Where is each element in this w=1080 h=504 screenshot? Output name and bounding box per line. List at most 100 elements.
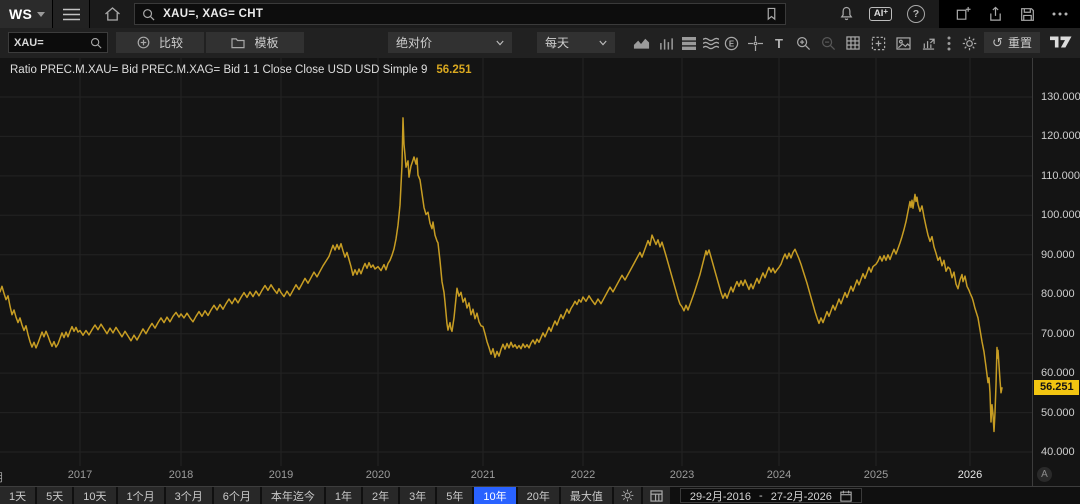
more-options-button[interactable] — [1052, 12, 1068, 16]
range-button-本年迄今[interactable]: 本年迄今 — [262, 487, 324, 504]
app-menu-ws[interactable]: WS — [0, 0, 53, 28]
area-chart-icon — [633, 36, 650, 50]
range-settings-button[interactable] — [614, 487, 641, 504]
reset-chart-button[interactable]: ↺ 重置 — [984, 32, 1040, 53]
topbar-utility-group: AI+ ? — [839, 5, 939, 23]
time-axis[interactable]: 月 20172018201920202021202220232024202520… — [0, 466, 1032, 486]
chevron-down-icon — [599, 39, 607, 47]
price-mode-value: 绝对价 — [396, 34, 496, 51]
interval-value: 每天 — [545, 34, 599, 51]
time-axis-partial-label: 月 — [0, 469, 4, 485]
chart-panel[interactable]: Ratio PREC.M.XAU= Bid PREC.M.XAG= Bid 1 … — [0, 58, 1080, 486]
time-axis-label-2026: 2026 — [950, 469, 990, 481]
waves-overlay-button[interactable] — [702, 34, 720, 52]
panels-layout-button[interactable] — [680, 34, 698, 52]
date-range-separator: - — [759, 490, 763, 502]
workspace-chart-app: { "topbar": { "logo": "WS", "search_valu… — [0, 0, 1080, 504]
series-last-value: 56.251 — [436, 64, 471, 76]
range-button-1年[interactable]: 1年 — [326, 487, 361, 504]
waves-icon — [703, 37, 719, 50]
text-tool-button[interactable]: T — [770, 34, 788, 52]
chart-type-area-button[interactable] — [632, 34, 650, 52]
ai-label: AI — [874, 8, 884, 19]
save-button[interactable] — [1020, 7, 1035, 22]
date-range-picker[interactable]: 29-2月-2016 - 27-2月-2026 — [680, 488, 862, 503]
range-button-20年[interactable]: 20年 — [518, 487, 559, 504]
zoom-in-icon — [796, 36, 811, 51]
range-button-1天[interactable]: 1天 — [0, 487, 35, 504]
expand-icon — [871, 36, 886, 51]
zoom-in-button[interactable] — [794, 34, 812, 52]
price-axis-label: 90.000 — [1041, 248, 1075, 262]
interval-dropdown[interactable]: 每天 — [537, 32, 615, 53]
layout-grid-button[interactable] — [643, 487, 670, 504]
compare-label: 比较 — [159, 34, 183, 51]
auto-scale-label: A — [1041, 469, 1048, 480]
time-axis-label-2022: 2022 — [563, 469, 603, 481]
layout-grid-icon — [650, 490, 663, 502]
range-button-1个月[interactable]: 1个月 — [118, 487, 164, 504]
hamburger-icon — [63, 8, 80, 21]
template-button[interactable]: 模板 — [206, 32, 304, 53]
plus-icon: + — [883, 7, 888, 16]
range-button-10天[interactable]: 10天 — [74, 487, 115, 504]
range-button-最大值[interactable]: 最大值 — [561, 487, 612, 504]
chart-settings-button[interactable] — [960, 34, 978, 52]
export-chart-button[interactable] — [919, 34, 937, 52]
ws-logo: WS — [9, 6, 32, 22]
search-icon — [142, 8, 155, 21]
price-mode-dropdown[interactable]: 绝对价 — [388, 32, 512, 53]
price-axis-label: 60.000 — [1041, 366, 1075, 380]
symbol-input[interactable]: XAU= — [8, 32, 108, 53]
time-axis-label-2023: 2023 — [662, 469, 702, 481]
svg-text:E: E — [728, 39, 733, 48]
price-axis-label: 50.000 — [1041, 406, 1075, 420]
bookmark-icon[interactable] — [765, 7, 778, 21]
hamburger-menu-button[interactable] — [53, 0, 90, 28]
more-tools-button[interactable] — [940, 34, 958, 52]
price-axis[interactable]: 130.000120.000110.000100.00090.00080.000… — [1032, 58, 1080, 486]
price-axis-label: 70.000 — [1041, 327, 1075, 341]
home-button[interactable] — [94, 0, 130, 28]
price-line-chart[interactable] — [0, 58, 1032, 466]
price-axis-label: 130.000 — [1041, 90, 1080, 104]
bell-icon — [839, 6, 854, 22]
date-range-end: 27-2月-2026 — [771, 488, 832, 504]
price-axis-label: 40.000 — [1041, 445, 1075, 459]
price-axis-label: 80.000 — [1041, 287, 1075, 301]
range-button-3年[interactable]: 3年 — [400, 487, 435, 504]
range-button-5天[interactable]: 5天 — [37, 487, 72, 504]
new-window-icon — [955, 6, 971, 22]
current-price-tag: 56.251 — [1034, 380, 1079, 395]
ai-assistant-button[interactable]: AI+ — [869, 7, 892, 21]
auto-scale-button[interactable]: A — [1037, 467, 1052, 482]
zoom-out-button[interactable] — [819, 34, 837, 52]
compare-button[interactable]: 比较 — [116, 32, 204, 53]
new-window-button[interactable] — [955, 6, 971, 22]
range-button-6个月[interactable]: 6个月 — [214, 487, 260, 504]
grid-settings-button[interactable] — [844, 34, 862, 52]
share-button[interactable] — [988, 6, 1003, 22]
photo-icon — [896, 37, 911, 50]
range-button-5年[interactable]: 5年 — [437, 487, 472, 504]
crosshair-tool-button[interactable] — [746, 34, 764, 52]
calendar-icon — [840, 490, 852, 502]
snapshot-button[interactable] — [894, 34, 912, 52]
series-legend[interactable]: Ratio PREC.M.XAU= Bid PREC.M.XAG= Bid 1 … — [10, 64, 472, 76]
chart-type-bars-button[interactable] — [657, 34, 675, 52]
time-axis-label-2017: 2017 — [60, 469, 100, 481]
range-button-10年[interactable]: 10年 — [474, 487, 515, 504]
events-button[interactable]: E — [722, 34, 740, 52]
gear-icon — [962, 36, 977, 51]
grid-icon — [846, 36, 860, 50]
range-button-3个月[interactable]: 3个月 — [166, 487, 212, 504]
fullscreen-button[interactable] — [869, 34, 887, 52]
global-search-input[interactable]: XAU=, XAG= CHT — [134, 3, 786, 25]
notifications-button[interactable] — [839, 6, 854, 22]
ratio-line-series[interactable] — [0, 118, 1002, 432]
price-axis-label: 110.000 — [1041, 169, 1080, 183]
topbar-right-group: AI+ ? — [839, 0, 1080, 28]
kebab-icon — [947, 36, 951, 51]
help-button[interactable]: ? — [907, 5, 925, 23]
range-button-2年[interactable]: 2年 — [363, 487, 398, 504]
